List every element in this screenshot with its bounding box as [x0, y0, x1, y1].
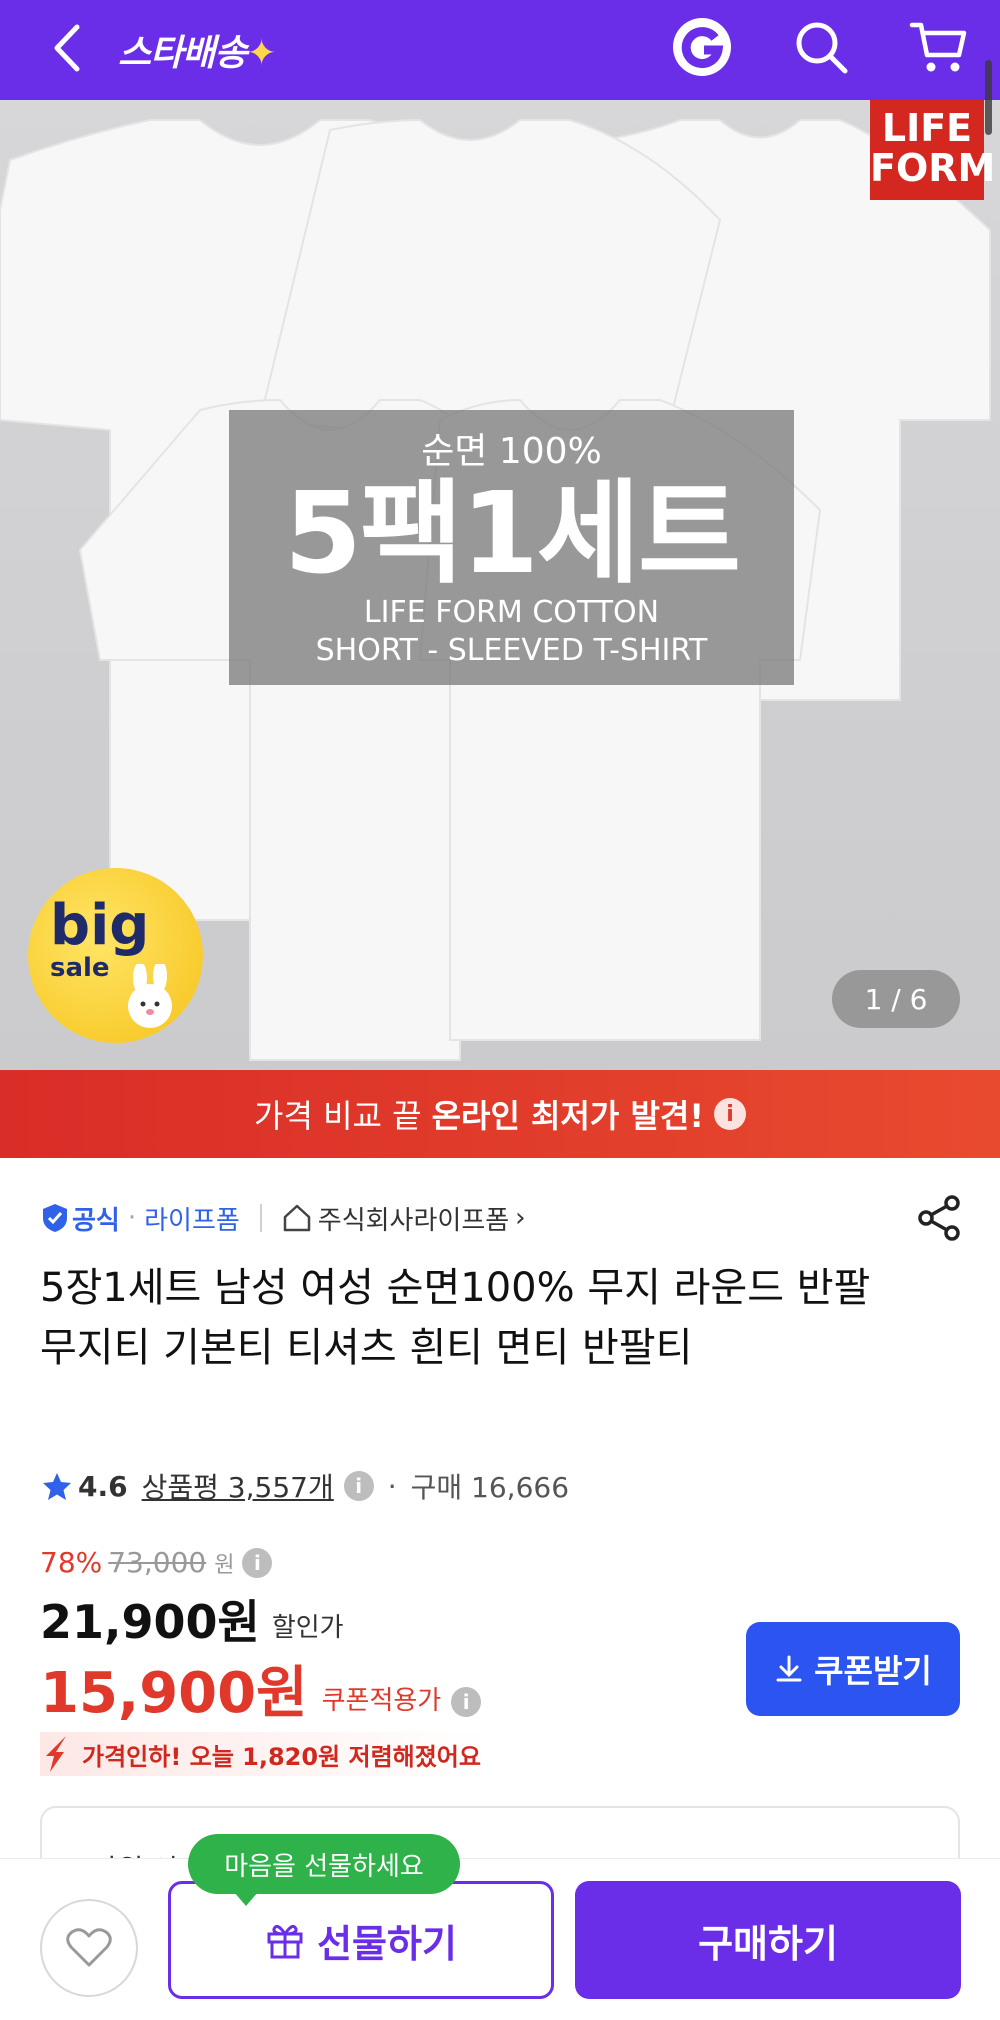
dot-separator: · — [127, 1203, 137, 1233]
download-icon — [776, 1655, 802, 1682]
back-arrow-icon[interactable] — [36, 18, 96, 78]
overlay-top-text: 순면 100% — [421, 431, 602, 472]
gift-tooltip: 마음을 선물하세요 — [188, 1834, 460, 1906]
original-price-unit: 원 — [214, 1552, 235, 1578]
product-title: 5장1세트 남성 여성 순면100% 무지 라운드 반팔 무지티 기본티 티셔츠… — [40, 1265, 871, 1371]
bigsale-sale: sale — [50, 953, 110, 983]
reviews-link[interactable]: 상품평 3,557개 — [142, 1466, 334, 1506]
coupon-price: 15,900원 — [40, 1661, 308, 1726]
image-counter: 1 / 6 — [832, 970, 960, 1028]
search-icon[interactable] — [786, 12, 856, 82]
home-icon — [283, 1204, 311, 1232]
product-image-carousel[interactable]: LIFE FORM 순면 100% 5팩1세트 LIFE FORM COTTON… — [0, 100, 1000, 1070]
official-label: 공식 — [72, 1205, 120, 1236]
info-icon[interactable]: i — [343, 1471, 374, 1501]
gift-icon — [267, 1924, 303, 1959]
shield-check-icon — [43, 1204, 67, 1232]
seller-row: 공식 · 라이프폼 주식회사라이프폼 › — [42, 1198, 526, 1238]
price-compare-banner[interactable]: 가격 비교 끝 온라인 최저가 발견! i — [0, 1070, 1000, 1158]
separator-dot: · — [387, 1469, 397, 1503]
rating-score: 4.6 — [78, 1469, 128, 1503]
wishlist-heart-icon[interactable] — [40, 1899, 138, 1997]
product-page: 스타배송✦ LIFE FORM 순면 100% 5팩1세트 LIFE FORM … — [0, 0, 1000, 2020]
price-drop-notice: 가격인하! 오늘 1,820원 저렴해졌어요 — [40, 1732, 491, 1776]
info-icon[interactable]: i — [242, 1547, 273, 1578]
info-icon[interactable]: i — [451, 1687, 482, 1717]
promo-overlay: 순면 100% 5팩1세트 LIFE FORM COTTON SHORT - S… — [229, 410, 794, 685]
gift-button[interactable]: 선물하기 — [168, 1881, 554, 1999]
brand-text: 스타배송 — [118, 33, 247, 74]
big-sale-badge: big sale — [28, 868, 203, 1043]
brand-logo[interactable]: 스타배송✦ — [118, 24, 277, 76]
official-badge: 공식 — [42, 1200, 120, 1237]
gift-button-label: 선물하기 — [317, 1921, 457, 1966]
original-price: 73,000 — [108, 1546, 207, 1579]
discount-row: 78% 73,000 원 i — [40, 1546, 273, 1579]
coupon-button-label: 쿠폰받기 — [814, 1652, 932, 1690]
bigsale-big: big — [50, 893, 150, 958]
sparkle-icon: ✦ — [246, 33, 276, 74]
overlay-headline: 5팩1세트 — [284, 469, 741, 599]
lifeform-brand-logo: LIFE FORM — [870, 100, 996, 200]
coupon-price-row: 15,900원 쿠폰적용가 i — [40, 1648, 482, 1729]
price-drop-text: 가격인하! 오늘 1,820원 저렴해졌어요 — [82, 1742, 481, 1771]
info-icon[interactable]: i — [713, 1098, 746, 1130]
bunny-icon — [128, 964, 172, 1028]
purchase-count: 구매 16,666 — [410, 1471, 570, 1504]
overlay-sub-1: LIFE FORM COTTON — [363, 595, 660, 630]
logo-line2: FORM — [870, 146, 996, 190]
compare-text: 가격 비교 끝 — [254, 1097, 422, 1135]
top-app-bar: 스타배송✦ — [0, 0, 1000, 100]
cart-icon[interactable] — [904, 12, 974, 82]
sale-price-label: 할인가 — [271, 1613, 344, 1643]
overlay-sub-2: SHORT - SLEEVED T-SHIRT — [315, 633, 708, 668]
logo-line1: LIFE — [881, 106, 973, 150]
discount-rate: 78% — [40, 1546, 103, 1579]
share-icon[interactable] — [912, 1190, 968, 1246]
price-down-arrow-icon — [46, 1736, 66, 1772]
chevron-right-icon: › — [515, 1203, 526, 1233]
scrollbar[interactable] — [985, 60, 992, 135]
coupon-price-label: 쿠폰적용가 — [321, 1686, 442, 1716]
brand-link[interactable]: 라이프폼 — [144, 1200, 240, 1237]
get-coupon-button[interactable]: 쿠폰받기 — [746, 1622, 960, 1716]
g-logo-icon[interactable] — [667, 12, 737, 82]
star-icon — [43, 1473, 71, 1500]
store-link[interactable]: 주식회사라이프폼 › — [282, 1200, 526, 1237]
rating-row: 4.6 상품평 3,557개 i · 구매 16,666 — [42, 1466, 569, 1506]
divider — [259, 1204, 262, 1232]
sale-price: 21,900원 — [40, 1595, 260, 1649]
store-name: 주식회사라이프폼 — [317, 1205, 510, 1236]
bottom-action-bar: 선물하기 구매하기 — [0, 1858, 1000, 2020]
compare-bold-text: 온라인 최저가 발견! — [431, 1097, 704, 1135]
sale-price-row: 21,900원 할인가 — [40, 1586, 344, 1652]
buy-button[interactable]: 구매하기 — [575, 1881, 961, 1999]
